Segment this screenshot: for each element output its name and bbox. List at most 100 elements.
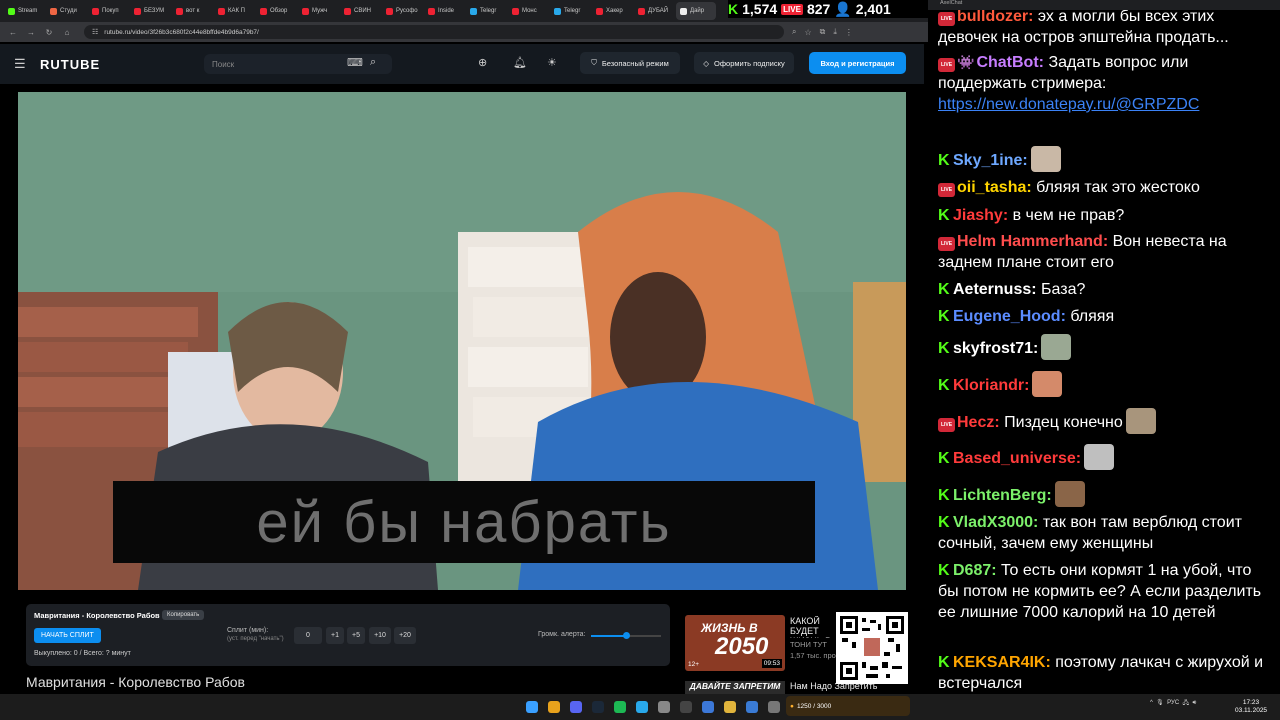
mail-icon[interactable] <box>746 701 758 713</box>
discord-icon[interactable] <box>570 701 582 713</box>
browser-tab[interactable]: вот к <box>172 2 212 20</box>
chat-username[interactable]: KEKSAR4IK: <box>953 654 1051 671</box>
stream-counters: K 1,574 LIVE 827 👤 2,401 <box>728 0 928 18</box>
steam-icon[interactable] <box>592 701 604 713</box>
start-split-button[interactable]: НАЧАТЬ СПЛИТ <box>34 628 101 643</box>
obs-icon[interactable] <box>680 701 692 713</box>
explorer-icon[interactable] <box>724 701 736 713</box>
browser-tab[interactable]: Студи <box>46 2 86 20</box>
search-input[interactable]: Поиск <box>204 54 392 74</box>
browser-tab[interactable]: Обзор <box>256 2 296 20</box>
video-player[interactable]: ей бы набрать <box>18 92 906 590</box>
browser-tab[interactable]: СВИН <box>340 2 380 20</box>
chat-username[interactable]: Hecz: <box>957 414 1000 431</box>
reload-icon[interactable]: ↻ <box>44 28 54 37</box>
windows-start-icon[interactable] <box>526 701 538 713</box>
chat-username[interactable]: Kloriandr: <box>953 377 1029 394</box>
chat-message: K Jiashy: в чем не прав? <box>938 205 1274 226</box>
browser-tab[interactable]: ДУБАЙ <box>634 2 674 20</box>
back-icon[interactable]: ← <box>8 28 18 37</box>
browser-tab[interactable]: Хакер <box>592 2 632 20</box>
telegram-icon[interactable] <box>636 701 648 713</box>
chat-username[interactable]: Based_universe: <box>953 450 1081 467</box>
spotify-icon[interactable] <box>614 701 626 713</box>
tab-label: Дайр <box>690 8 705 14</box>
browser-tab[interactable]: Telegr <box>466 2 506 20</box>
copy-button[interactable]: Копировать <box>162 610 205 620</box>
browser-tab[interactable]: Дайр <box>676 2 716 20</box>
browser-tab[interactable]: Stream <box>4 2 44 20</box>
chat-link[interactable]: https://new.donatepay.ru/@GRPZDC <box>938 96 1199 113</box>
browser-tab[interactable]: Покуп <box>88 2 128 20</box>
browser-icon[interactable] <box>702 701 714 713</box>
chat-username[interactable]: LichtenBerg: <box>953 487 1052 504</box>
forward-icon[interactable]: → <box>26 28 36 37</box>
split-minutes-input[interactable]: 0 <box>294 627 322 644</box>
chat-username[interactable]: VladX3000: <box>953 514 1038 531</box>
menu-dots-icon[interactable]: ⋮ <box>845 28 853 37</box>
chat-username[interactable]: oii_tasha: <box>957 179 1032 196</box>
split-add-button[interactable]: +1 <box>326 627 344 644</box>
site-info-icon[interactable]: ☷ <box>92 28 98 36</box>
split-add-button[interactable]: +5 <box>347 627 365 644</box>
alert-volume-fill <box>591 635 626 637</box>
bookmark-star-icon[interactable]: ☆ <box>804 28 811 37</box>
browser-tab[interactable]: КАК П <box>214 2 254 20</box>
chat-username[interactable]: Helm Hammerhand: <box>957 233 1108 250</box>
system-tray[interactable]: ^ 🎙︎ РУС 🖧 🔊︎ <box>1150 698 1196 708</box>
chat-username[interactable]: D687: <box>953 562 997 579</box>
browser-tab[interactable]: Русофо <box>382 2 422 20</box>
recommendation-title[interactable]: КАКОЙ БУДЕТ ЖИЗНЬ В 2 <box>790 616 836 638</box>
chevron-up-icon[interactable]: ^ <box>1150 700 1153 706</box>
notifications-bell-icon[interactable]: 🔔︎ <box>513 56 527 69</box>
home-icon[interactable]: ⌂ <box>62 28 72 37</box>
browser-tab[interactable]: Монс <box>508 2 548 20</box>
recommendation-channel[interactable]: ТОНИ ТУТ <box>790 640 827 649</box>
hamburger-menu-icon[interactable]: ☰ <box>14 56 26 72</box>
split-add-button[interactable]: +10 <box>369 627 391 644</box>
url-field[interactable]: ☷ rutube.ru/video/3f26b3c680f2c44e8bffde… <box>84 25 784 39</box>
browser-tab[interactable]: БЕЗУМ <box>130 2 170 20</box>
search-icon[interactable]: ⌕ <box>370 56 376 69</box>
chat-message: K Kloriandr: <box>938 371 1274 397</box>
chat-username[interactable]: skyfrost71: <box>953 340 1038 357</box>
alert-volume-thumb[interactable] <box>623 632 630 639</box>
chat-username[interactable]: ChatBot: <box>976 54 1044 71</box>
volume-icon[interactable]: 🔊︎ <box>1193 700 1197 706</box>
subscribe-button[interactable]: ◇ Оформить подписку <box>694 52 794 74</box>
rutube-logo[interactable]: RUTUBE <box>40 57 100 72</box>
tab-favicon-icon <box>302 7 309 15</box>
chrome-icon[interactable] <box>548 701 560 713</box>
shield-icon: ⛉ <box>591 58 597 67</box>
alert-volume-slider[interactable] <box>591 632 661 639</box>
split-add-button[interactable]: +20 <box>394 627 416 644</box>
chat-username[interactable]: Jiashy: <box>953 207 1008 224</box>
safe-mode-button[interactable]: ⛉ Безопасный режим <box>580 52 680 74</box>
chat-username[interactable]: Aeternuss: <box>953 281 1037 298</box>
tab-label: КАК П <box>228 8 245 14</box>
zoom-icon[interactable]: ⌕ <box>792 27 796 37</box>
chat-message: K Aeternuss: База? <box>938 279 1274 300</box>
recommendation-thumbnail[interactable]: ЖИЗНЬ В 2050 12+ 09:53 <box>685 615 785 671</box>
chat-username[interactable]: bulldozer: <box>957 10 1033 25</box>
download-icon[interactable]: ⤓ <box>833 27 837 37</box>
upload-icon[interactable]: ⊕ <box>478 56 487 69</box>
clock[interactable]: 17:23 03.11.2025 <box>1235 699 1267 715</box>
app-icon[interactable] <box>658 701 670 713</box>
signin-button[interactable]: Вход и регистрация <box>809 52 906 74</box>
app-icon[interactable] <box>768 701 780 713</box>
browser-tab[interactable]: Inside <box>424 2 464 20</box>
chat-username[interactable]: Eugene_Hood: <box>953 308 1066 325</box>
microphone-icon[interactable]: 🎙︎ <box>1156 700 1164 706</box>
browser-tab[interactable]: Мужч <box>298 2 338 20</box>
extensions-icon[interactable]: ⧉ <box>820 27 826 37</box>
split-label: Сплит (мин): <box>227 627 269 634</box>
keyboard-icon[interactable]: ⌨ <box>347 56 363 69</box>
network-icon[interactable]: 🖧 <box>1183 700 1190 706</box>
tab-label: Студи <box>60 8 77 14</box>
browser-tab[interactable]: Telegr <box>550 2 590 20</box>
language-indicator[interactable]: РУС <box>1167 700 1179 706</box>
chat-username[interactable]: Sky_1ine: <box>953 152 1028 169</box>
tab-label: Telegr <box>480 8 497 14</box>
theme-sun-icon[interactable]: ☀ <box>547 56 557 69</box>
